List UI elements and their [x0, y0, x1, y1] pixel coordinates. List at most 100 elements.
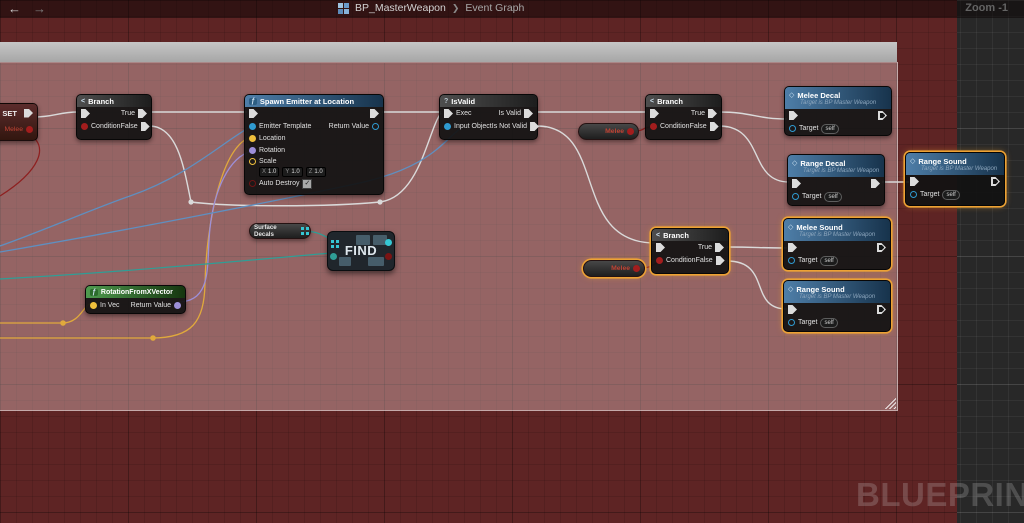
true-exec-pin[interactable]	[715, 243, 724, 252]
input-object-pin[interactable]	[444, 123, 451, 130]
event-icon: ◇	[788, 223, 793, 231]
get-melee-pill-1[interactable]: Melee	[578, 123, 639, 140]
comment-header[interactable]	[0, 42, 897, 63]
false-label: False	[690, 123, 707, 130]
node-spawn-emitter-at-location[interactable]: ƒ Spawn Emitter at Location Emitter Temp…	[244, 94, 384, 195]
bool-out-pin[interactable]	[26, 126, 33, 133]
node-melee-sound[interactable]: ◇Melee Sound Target is BP Master Weapon …	[783, 218, 891, 270]
exec-out-pin[interactable]	[370, 109, 379, 118]
exec-in-pin[interactable]	[789, 111, 798, 120]
exec-in-pin[interactable]	[81, 109, 90, 118]
scale-x-field[interactable]: X 1.0	[259, 167, 279, 177]
target-label: Target	[920, 191, 939, 198]
rotation-pin[interactable]	[249, 147, 256, 154]
target-pin[interactable]	[910, 191, 917, 198]
exec-in-pin[interactable]	[656, 243, 665, 252]
auto-destroy-checkbox[interactable]: ✓	[302, 179, 312, 189]
node-range-sound-right[interactable]: ◇Range Sound Target is BP Master Weapon …	[905, 152, 1005, 206]
true-exec-pin[interactable]	[708, 109, 717, 118]
exec-in-pin[interactable]	[788, 243, 797, 252]
exec-label: Exec	[456, 110, 472, 117]
breadcrumb-graph-name[interactable]: Event Graph	[465, 2, 524, 14]
nav-back-icon[interactable]: ←	[8, 1, 21, 17]
index-out-pin[interactable]	[385, 239, 392, 246]
graph-canvas[interactable]: BLUEPRINT	[0, 0, 1024, 523]
breadcrumb-blueprint-name[interactable]: BP_MasterWeapon	[355, 2, 446, 14]
event-icon: ◇	[789, 91, 794, 99]
is-valid-exec-pin[interactable]	[524, 109, 533, 118]
node-melee-decal[interactable]: ◇Melee Decal Target is BP Master Weapon …	[784, 86, 892, 136]
return-value-pin[interactable]	[372, 123, 379, 130]
array-in-pin[interactable]	[331, 240, 334, 243]
rotation-label: Rotation	[259, 147, 285, 154]
scale-z-field[interactable]: Z 1.0	[306, 167, 326, 177]
condition-pin[interactable]	[656, 257, 663, 264]
found-out-pin[interactable]	[385, 253, 392, 260]
exec-in-pin[interactable]	[249, 109, 258, 118]
bool-out-pin[interactable]	[633, 265, 640, 272]
is-not-valid-exec-pin[interactable]	[530, 122, 539, 131]
self-default: self	[820, 256, 837, 266]
emitter-template-label: Emitter Template	[259, 123, 311, 130]
target-label: Target	[798, 257, 817, 264]
target-pin[interactable]	[792, 193, 799, 200]
condition-pin[interactable]	[650, 123, 657, 130]
zoom-level-label: Zoom -1	[965, 2, 1008, 14]
node-title: Range Sound	[796, 285, 844, 294]
node-range-decal[interactable]: ◇Range Decal Target is BP Master Weapon …	[787, 154, 885, 206]
comment-resize-handle[interactable]	[884, 397, 896, 409]
false-exec-pin[interactable]	[141, 122, 150, 131]
return-value-pin[interactable]	[174, 302, 181, 309]
branch-icon: <	[656, 232, 660, 239]
exec-in-pin[interactable]	[910, 177, 919, 186]
node-rotation-from-x-vector[interactable]: ƒ RotationFromXVector In Vec Return Valu…	[85, 285, 186, 314]
node-range-sound-lower[interactable]: ◇Range Sound Target is BP Master Weapon …	[783, 280, 891, 332]
true-label: True	[121, 110, 135, 117]
auto-destroy-pin[interactable]	[249, 180, 256, 187]
node-title: Range Sound	[918, 157, 966, 166]
get-melee-pill-2[interactable]: Melee	[583, 260, 645, 277]
nav-forward-icon[interactable]: →	[33, 1, 46, 17]
exec-out-pin[interactable]	[877, 243, 886, 252]
exec-in-pin[interactable]	[788, 305, 797, 314]
node-title: Range Decal	[800, 159, 845, 168]
target-pin[interactable]	[788, 319, 795, 326]
exec-in-pin[interactable]	[650, 109, 659, 118]
node-branch-1[interactable]: < Branch True Condition False	[76, 94, 152, 140]
item-in-pin[interactable]	[330, 253, 337, 260]
array-out-pin[interactable]	[301, 227, 304, 230]
get-surface-decals-pill[interactable]: Surface Decals	[249, 223, 311, 239]
target-pin[interactable]	[788, 257, 795, 264]
bool-out-pin[interactable]	[627, 128, 634, 135]
pill-label: Surface Decals	[254, 224, 298, 238]
exec-out-pin[interactable]	[991, 177, 1000, 186]
target-pin[interactable]	[789, 125, 796, 132]
scale-pin[interactable]	[249, 158, 256, 165]
target-label: Target	[799, 125, 818, 132]
node-array-find[interactable]: FIND	[327, 231, 395, 271]
true-exec-pin[interactable]	[138, 109, 147, 118]
exec-in-pin[interactable]	[792, 179, 801, 188]
node-branch-2[interactable]: < Branch True Condition False	[645, 94, 722, 140]
node-title: Melee Decal	[797, 91, 840, 100]
pill-label: Melee	[605, 128, 624, 135]
scale-y-field[interactable]: Y 1.0	[282, 167, 302, 177]
self-default: self	[824, 192, 841, 202]
node-branch-3[interactable]: < Branch True Condition False	[651, 228, 729, 274]
exec-out-pin[interactable]	[871, 179, 880, 188]
true-label: True	[691, 110, 705, 117]
false-exec-pin[interactable]	[716, 256, 725, 265]
false-exec-pin[interactable]	[710, 122, 719, 131]
node-set-melee[interactable]: SET Melee	[0, 103, 38, 141]
exec-out-pin[interactable]	[878, 111, 887, 120]
location-pin[interactable]	[249, 135, 256, 142]
exec-out-pin[interactable]	[877, 305, 886, 314]
condition-pin[interactable]	[81, 123, 88, 130]
find-node-decor	[368, 257, 384, 266]
exec-in-pin[interactable]	[444, 109, 453, 118]
exec-out-pin[interactable]	[24, 109, 33, 118]
in-vec-pin[interactable]	[90, 302, 97, 309]
node-isvalid[interactable]: ? IsValid Exec Is Valid Input Object Is …	[439, 94, 538, 140]
true-label: True	[698, 244, 712, 251]
emitter-template-pin[interactable]	[249, 123, 256, 130]
